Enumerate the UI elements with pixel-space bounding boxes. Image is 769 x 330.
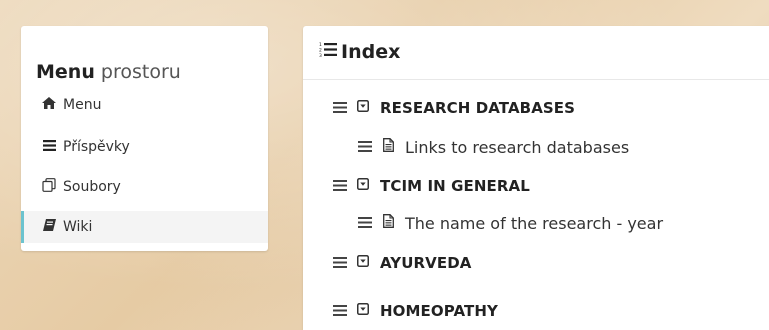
sidebar-item-label: Soubory — [63, 179, 121, 195]
home-icon — [42, 97, 56, 113]
sidebar-item-files[interactable]: Soubory — [21, 171, 268, 203]
sidebar-item-menu[interactable]: Menu — [21, 89, 268, 121]
sidebar-item-wiki[interactable]: Wiki — [21, 211, 268, 243]
collapse-toggle-icon[interactable] — [354, 100, 372, 116]
index-title-label: Index — [341, 41, 401, 63]
tree-category-tcim-in-general[interactable]: TCIM IN GENERAL — [331, 175, 530, 197]
drag-handle-icon[interactable] — [356, 138, 374, 156]
wiki-index-header: 123 Index — [303, 26, 769, 80]
tree-category-research-databases[interactable]: RESEARCH DATABASES — [331, 97, 575, 119]
tree-item-label[interactable]: The name of the research - year — [405, 214, 663, 233]
svg-text:3: 3 — [319, 53, 322, 57]
tree-item-label[interactable]: TCIM IN GENERAL — [380, 177, 530, 195]
ordered-list-icon: 123 — [319, 42, 337, 62]
tree-item-label[interactable]: HOMEOPATHY — [380, 302, 498, 320]
sidebar-item-label: Příspěvky — [63, 139, 130, 155]
drag-handle-icon[interactable] — [356, 214, 374, 232]
drag-handle-icon[interactable] — [331, 99, 349, 117]
space-menu-panel: Menu prostoru Menu Příspěvky Soubory Wik… — [21, 26, 268, 251]
drag-handle-icon[interactable] — [331, 177, 349, 195]
tree-item-label[interactable]: Links to research databases — [405, 138, 629, 157]
drag-handle-icon[interactable] — [331, 254, 349, 272]
tree-page-links[interactable]: Links to research databases — [356, 136, 629, 158]
tree-category-homeopathy[interactable]: HOMEOPATHY — [331, 300, 498, 322]
files-icon — [42, 178, 56, 196]
space-menu-title: Menu prostoru — [36, 61, 181, 83]
tree-category-ayurveda[interactable]: AYURVEDA — [331, 252, 471, 274]
sidebar-item-posts[interactable]: Příspěvky — [21, 131, 268, 163]
tree-item-label[interactable]: RESEARCH DATABASES — [380, 99, 575, 117]
space-menu-title-light: prostoru — [100, 61, 181, 83]
drag-handle-icon[interactable] — [331, 302, 349, 320]
book-icon — [42, 219, 56, 235]
collapse-toggle-icon[interactable] — [354, 178, 372, 194]
list-icon — [42, 139, 56, 155]
svg-text:1: 1 — [319, 42, 322, 48]
wiki-index-panel: 123 Index RESEARCH DATABASES Links to re… — [303, 26, 769, 330]
document-icon — [379, 138, 397, 156]
space-menu-title-strong: Menu — [36, 61, 95, 83]
page-title: 123 Index — [319, 41, 400, 63]
collapse-toggle-icon[interactable] — [354, 255, 372, 271]
collapse-toggle-icon[interactable] — [354, 303, 372, 319]
tree-page-research-name[interactable]: The name of the research - year — [356, 212, 663, 234]
svg-text:2: 2 — [319, 48, 322, 54]
sidebar-item-label: Wiki — [63, 219, 93, 235]
tree-item-label[interactable]: AYURVEDA — [380, 254, 471, 272]
sidebar-item-label: Menu — [63, 97, 102, 113]
document-icon — [379, 214, 397, 232]
